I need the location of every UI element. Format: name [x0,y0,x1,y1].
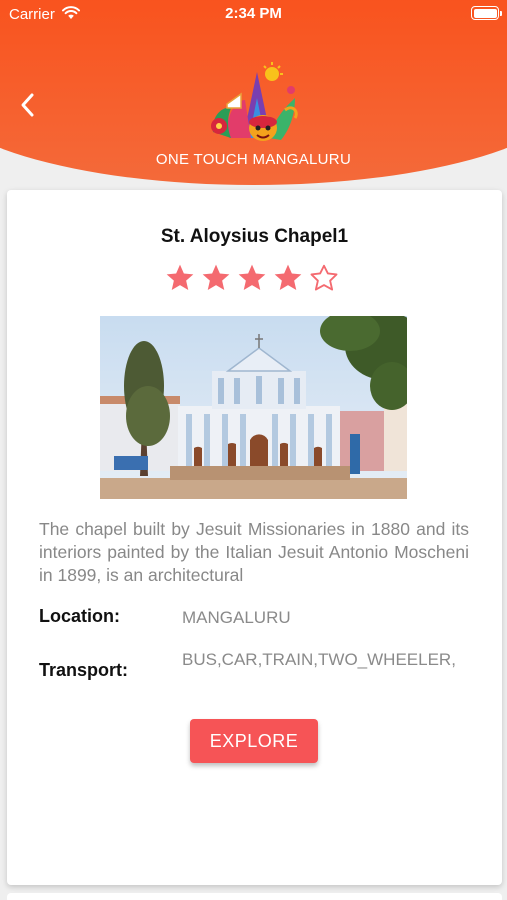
app-brand-title: ONE TOUCH MANGALURU [155,151,352,168]
star-empty-icon [310,264,338,291]
place-card: St. Aloysius Chapel1 The chapel built by… [7,190,502,885]
clock: 2:34 PM [225,5,282,22]
location-label: Location: [39,606,120,626]
transport-label: Transport: [39,660,129,680]
star-filled-icon [238,264,266,290]
star-filled-icon [166,264,194,290]
star-filled-icon [202,264,230,290]
transport-value: BUS,CAR,TRAIN,TWO_WHEELER, [182,650,456,669]
place-photo [100,316,407,499]
status-bar: Carrier 2:34 PM [0,0,507,28]
star-filled-icon [274,264,302,290]
app-logo [211,62,298,141]
place-description: The chapel built by Jesuit Missionaries … [39,519,469,585]
place-title: St. Aloysius Chapel1 [160,226,349,247]
back-button[interactable] [14,88,44,122]
chevron-left-icon [21,93,34,117]
app-header: Carrier 2:34 PM ONE TOUCH MANGALURU [0,0,507,190]
star-rating [164,262,344,298]
battery-icon [471,6,502,20]
next-card [7,893,502,900]
location-value: MANGALURU [182,608,291,627]
explore-button[interactable]: EXPLORE [190,719,318,763]
